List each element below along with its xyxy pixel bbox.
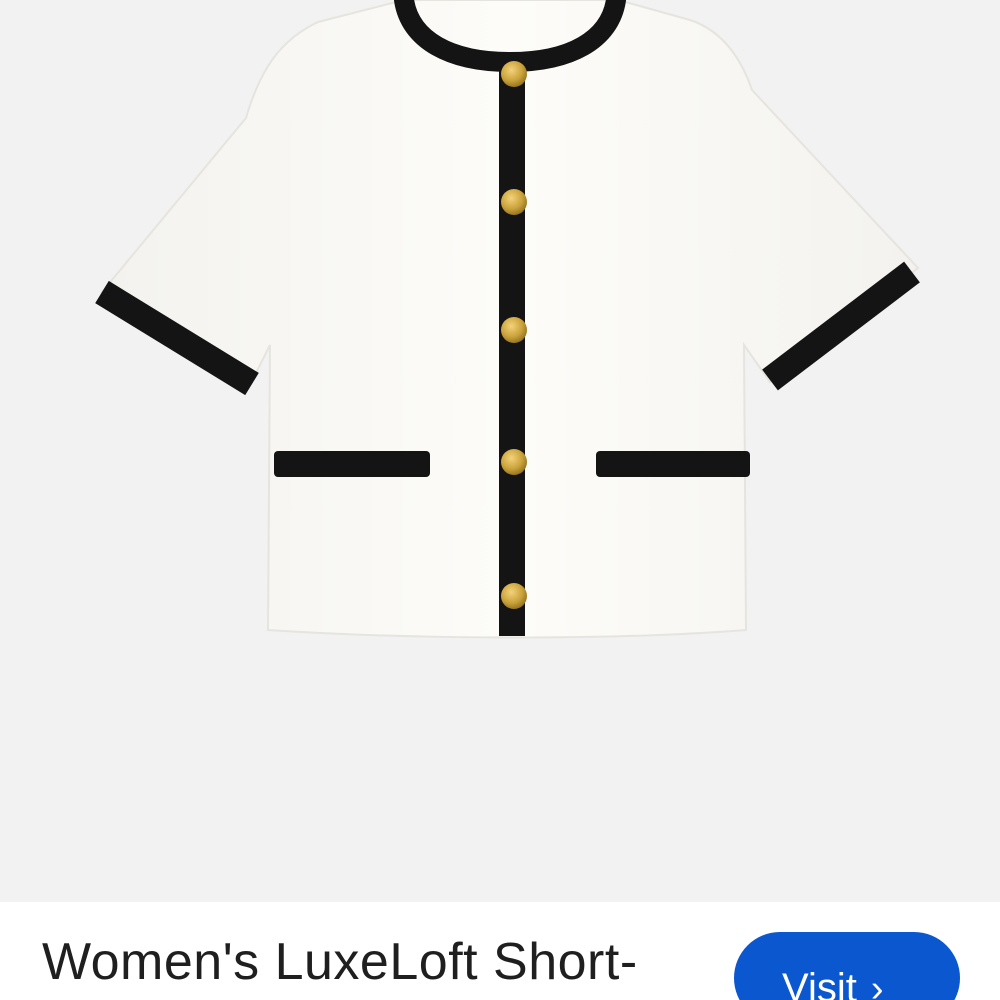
cardigan-illustration	[95, 0, 920, 639]
gold-button	[501, 189, 527, 215]
chevron-right-icon: ›	[870, 968, 884, 1000]
product-info-bar: Women's LuxeLoft Short- Visit ›	[0, 902, 1000, 1000]
visit-button-label: Visit	[782, 966, 857, 1000]
product-result-card[interactable]: Women's LuxeLoft Short- Visit ›	[0, 0, 1000, 1000]
product-image[interactable]	[0, 0, 1000, 902]
gold-button	[501, 317, 527, 343]
visit-button[interactable]: Visit ›	[734, 932, 960, 1000]
gold-button	[501, 61, 527, 87]
right-pocket-trim	[596, 451, 750, 477]
gold-button	[501, 449, 527, 475]
left-pocket-trim	[274, 451, 430, 477]
product-title[interactable]: Women's LuxeLoft Short-	[42, 936, 638, 988]
gold-button	[501, 583, 527, 609]
placket-trim	[499, 58, 525, 636]
